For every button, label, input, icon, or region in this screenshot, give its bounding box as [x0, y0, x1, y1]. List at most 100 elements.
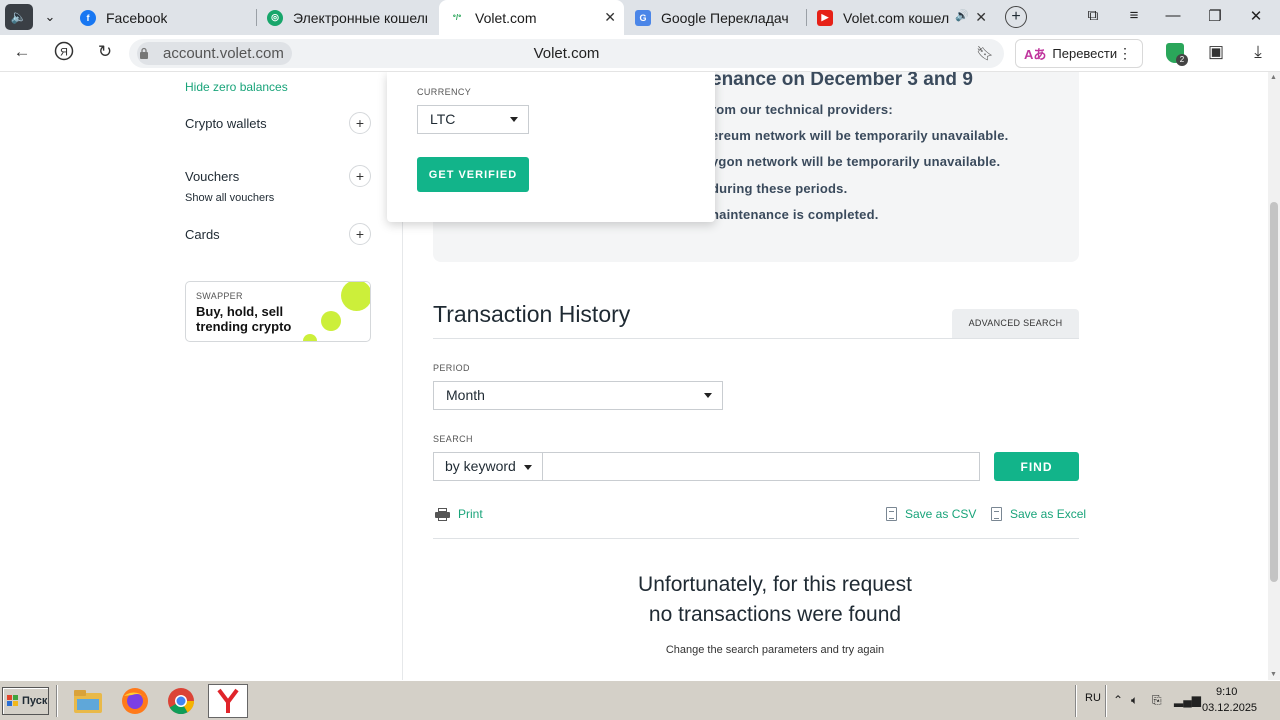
tab-volet[interactable]: ᐤ/ᐤ Volet.com ✕	[439, 0, 624, 35]
page-scrollbar[interactable]: ▲ ▼	[1268, 72, 1280, 680]
tab-title: Электронные кошельки V	[293, 9, 427, 26]
reload-icon[interactable]: ↻	[93, 42, 117, 62]
tab-google-translate[interactable]: G Google Перекладач	[625, 0, 805, 35]
period-select[interactable]: Month	[433, 381, 723, 410]
youtube-icon: ▶	[817, 9, 833, 26]
tab-sound-icon[interactable]: 🔊	[955, 9, 969, 22]
notice-line: naintenance is completed.	[711, 207, 879, 222]
file-explorer-icon[interactable]	[68, 684, 108, 718]
currency-value: LTC	[430, 111, 456, 127]
divider	[433, 338, 1079, 339]
close-window-icon[interactable]: ✕	[1246, 7, 1266, 25]
tab-wallets[interactable]: ◎ Электронные кошельки V	[257, 0, 437, 35]
signal-icon[interactable]: ▂▄▆	[1174, 693, 1201, 707]
cards-label: Cards	[185, 227, 220, 242]
document-icon	[886, 507, 897, 521]
translate-label: Перевести	[1052, 46, 1118, 61]
tab-title: Volet.com кошелек	[843, 9, 949, 26]
network-icon[interactable]: ⎘	[1152, 693, 1162, 708]
crypto-wallets-label: Crypto wallets	[185, 116, 267, 131]
scrollbar-thumb[interactable]	[1270, 202, 1278, 582]
browser-toolbar: ← Я ↻ account.volet.com Volet.com 🔖︎ Aあ …	[0, 35, 1280, 72]
more-vertical-icon[interactable]: ⋮	[1118, 45, 1132, 62]
tab-close-icon[interactable]: ✕	[975, 9, 987, 26]
decorative-dot	[341, 282, 370, 311]
notice-line: rom our technical providers:	[711, 102, 893, 117]
tray-expand-icon[interactable]: ⌃	[1113, 693, 1123, 707]
tab-facebook[interactable]: f Facebook	[70, 0, 256, 35]
transaction-history-title: Transaction History	[433, 301, 631, 327]
empty-state-hint: Change the search parameters and try aga…	[665, 644, 885, 656]
firefox-icon[interactable]	[115, 684, 155, 718]
volume-icon[interactable]: 🔈︎	[1131, 693, 1138, 708]
collections-icon[interactable]: ▣	[1204, 42, 1228, 62]
restore-icon[interactable]: ❐	[1205, 7, 1225, 25]
add-wallet-popup: CURRENCY LTC GET VERIFIED	[387, 72, 715, 222]
caret-down-icon	[704, 393, 712, 398]
notice-line: ereum network will be temporarily unavai…	[711, 128, 1009, 143]
chrome-icon[interactable]	[161, 684, 201, 718]
taskbar-separator	[1075, 685, 1077, 717]
start-label: Пуск	[22, 695, 48, 707]
divider	[433, 538, 1079, 539]
translate-button[interactable]: Aあ Перевести ⋮	[1015, 39, 1143, 68]
currency-select[interactable]: LTC	[417, 105, 529, 134]
start-button[interactable]: Пуск	[2, 687, 49, 715]
notice-line: during these periods.	[711, 181, 848, 196]
add-crypto-wallet-button[interactable]: +	[349, 112, 371, 134]
hide-zero-balances-link[interactable]: Hide zero balances	[185, 80, 288, 94]
translate-icon: Aあ	[1024, 47, 1047, 62]
print-link[interactable]: Print	[435, 507, 483, 521]
svg-text:Я: Я	[60, 47, 68, 59]
windows-logo-icon	[7, 695, 19, 707]
address-bar[interactable]: account.volet.com Volet.com 🔖︎	[129, 39, 1004, 68]
new-tab-icon[interactable]: +	[1005, 6, 1027, 28]
printer-icon	[435, 507, 450, 521]
decorative-dot	[321, 311, 341, 331]
currency-label: CURRENCY	[417, 87, 472, 97]
empty-state-line: no transactions were found	[648, 603, 902, 626]
tab-audio-icon[interactable]: 🔈	[5, 4, 33, 30]
tab-list-chevron-icon[interactable]: ⌄	[36, 4, 64, 30]
caret-down-icon	[524, 465, 532, 470]
yandex-browser-icon[interactable]	[208, 684, 248, 718]
find-button[interactable]: FIND	[994, 452, 1079, 481]
browser-tabstrip: 🔈 ⌄ f Facebook ◎ Электронные кошельки V …	[0, 0, 1280, 35]
clock-time[interactable]: 9:10	[1216, 686, 1237, 698]
save-excel-link[interactable]: Save as Excel	[991, 507, 1086, 521]
notice-line: ygon network will be temporarily unavail…	[711, 154, 1001, 169]
advanced-search-tab[interactable]: ADVANCED SEARCH	[952, 309, 1079, 338]
bookmark-icon[interactable]: 🔖︎	[976, 45, 994, 62]
search-input[interactable]	[542, 452, 980, 481]
add-card-button[interactable]: +	[349, 223, 371, 245]
tab-title: Volet.com	[475, 9, 537, 26]
get-verified-button[interactable]: GET VERIFIED	[417, 157, 529, 192]
language-indicator[interactable]: RU	[1085, 692, 1101, 704]
search-mode-select[interactable]: by keyword	[433, 452, 543, 481]
minimize-icon[interactable]: —	[1163, 7, 1183, 24]
scroll-up-icon[interactable]: ▲	[1270, 74, 1277, 81]
caret-down-icon	[510, 117, 518, 122]
period-label: PERIOD	[433, 363, 470, 373]
volet-icon: ᐤ/ᐤ	[449, 9, 465, 26]
add-voucher-button[interactable]: +	[349, 165, 371, 187]
facebook-icon: f	[80, 9, 96, 26]
back-arrow-icon[interactable]: ←	[10, 42, 34, 62]
tab-close-icon[interactable]: ✕	[604, 9, 616, 26]
tab-youtube[interactable]: ▶ Volet.com кошелек 🔊 ✕	[807, 0, 995, 35]
downloads-icon[interactable]: ⤓	[1246, 42, 1270, 62]
swapper-promo-card[interactable]: SWAPPER Buy, hold, sell trending crypto	[185, 281, 371, 342]
show-all-vouchers-link[interactable]: Show all vouchers	[185, 192, 274, 204]
tab-manager-icon[interactable]: ⧉	[1083, 7, 1103, 24]
print-label: Print	[458, 507, 483, 521]
save-csv-link[interactable]: Save as CSV	[886, 507, 976, 521]
protect-shield-icon[interactable]: 2	[1166, 43, 1188, 66]
taskbar-separator	[1105, 685, 1107, 717]
clock-date[interactable]: 03.12.2025	[1202, 702, 1257, 714]
menu-icon[interactable]: ≡	[1124, 7, 1144, 24]
yandex-home-icon[interactable]: Я	[52, 41, 76, 66]
os-taskbar: Пуск RU ⌃ 🔈︎ ⎘ ▂▄▆ 9:10 03.12.2025	[0, 680, 1280, 720]
search-mode-value: by keyword	[445, 458, 516, 474]
scroll-down-icon[interactable]: ▼	[1270, 671, 1277, 678]
taskbar-separator	[56, 685, 58, 717]
